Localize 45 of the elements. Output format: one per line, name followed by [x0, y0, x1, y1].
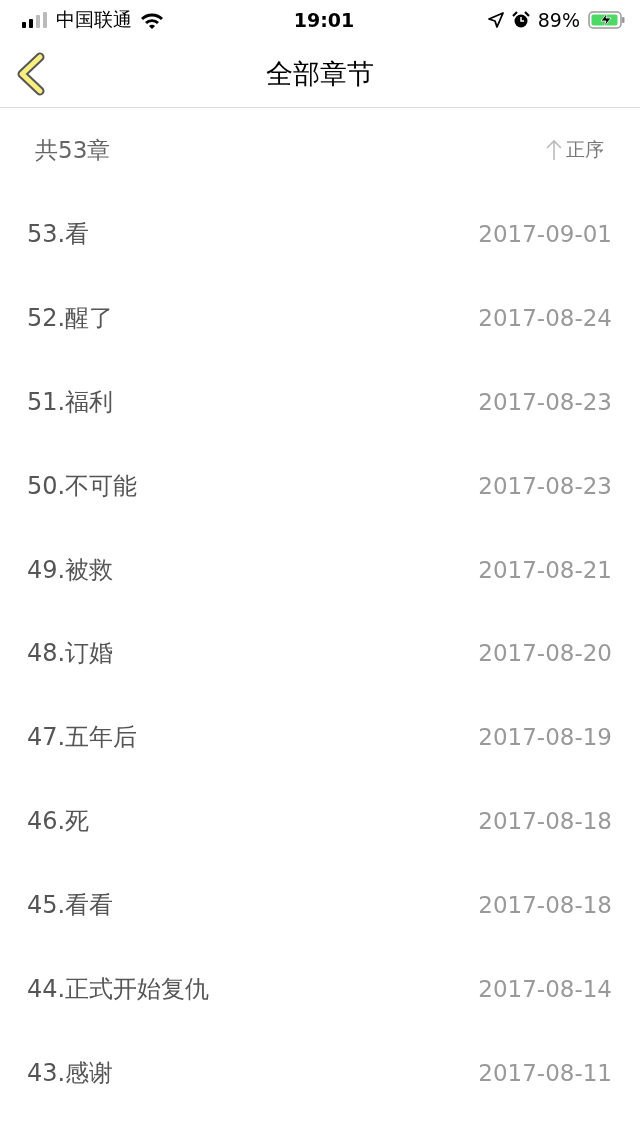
alarm-clock-icon: [511, 11, 530, 29]
chapter-date: 2017-08-21: [478, 556, 612, 583]
chapter-title: 47.五年后: [27, 722, 138, 754]
chapter-title: 46.死: [27, 806, 90, 838]
chapter-count: 共53章: [35, 135, 111, 165]
sort-order-button[interactable]: 正序: [546, 137, 604, 163]
battery-charging-icon: [588, 11, 626, 29]
chapter-date: 2017-08-20: [478, 640, 612, 667]
chapter-date: 2017-08-11: [478, 1059, 612, 1086]
chapter-date: 2017-08-18: [478, 808, 612, 835]
chapter-item[interactable]: 53.看 2017-09-01: [0, 192, 640, 276]
battery-percent: 89%: [537, 9, 580, 31]
chapter-date: 2017-08-19: [478, 724, 612, 751]
signal-icon: [22, 12, 48, 28]
chapter-title: 53.看: [27, 218, 90, 250]
chapter-date: 2017-08-18: [478, 892, 612, 919]
chapter-title: 49.被救: [27, 554, 114, 586]
chapter-item[interactable]: 47.五年后 2017-08-19: [0, 695, 640, 780]
chapter-item[interactable]: 48.订婚 2017-08-20: [0, 611, 640, 696]
chapter-title: 51.福利: [27, 386, 114, 418]
chapter-title: 45.看看: [27, 890, 114, 922]
chapter-date: 2017-08-14: [478, 975, 612, 1002]
chapter-item[interactable]: 45.看看 2017-08-18: [0, 863, 640, 947]
chapter-item[interactable]: 52.醒了 2017-08-24: [0, 275, 640, 360]
chapter-title: 44.正式开始复仇: [27, 973, 210, 1005]
chapter-item[interactable]: 50.不可能 2017-08-23: [0, 443, 640, 528]
chapter-title: 52.醒了: [27, 302, 114, 334]
chapter-item[interactable]: 43.感谢 2017-08-11: [0, 1030, 640, 1115]
chapter-date: 2017-08-23: [478, 388, 612, 415]
carrier-name: 中国联通: [56, 7, 132, 32]
chapter-title: 43.感谢: [27, 1057, 114, 1089]
chapter-item[interactable]: 44.正式开始复仇 2017-08-14: [0, 947, 640, 1031]
page-title: 全部章节: [266, 56, 374, 91]
chapter-item[interactable]: 46.死 2017-08-18: [0, 779, 640, 864]
chapter-date: 2017-08-24: [478, 304, 612, 331]
chapter-item[interactable]: 51.福利 2017-08-23: [0, 359, 640, 444]
clock-time: 19:01: [293, 9, 355, 31]
chapter-title: 48.订婚: [27, 638, 114, 670]
chapter-item[interactable]: 49.被救 2017-08-21: [0, 527, 640, 612]
wifi-icon: [140, 11, 164, 29]
chapter-title: 50.不可能: [27, 470, 138, 502]
up-arrow-icon: [546, 139, 562, 161]
location-arrow-icon: [487, 12, 504, 28]
chapter-date: 2017-08-23: [478, 472, 612, 499]
chapter-date: 2017-09-01: [478, 220, 612, 247]
